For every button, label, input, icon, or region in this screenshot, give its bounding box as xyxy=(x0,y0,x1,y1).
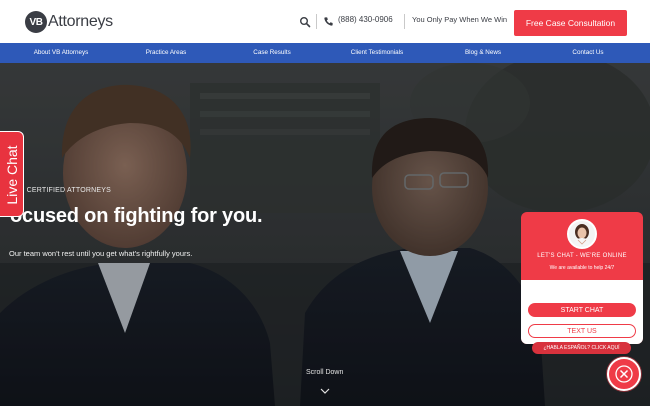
chat-available-label: We are available to help 24/7 xyxy=(549,265,615,271)
search-icon[interactable] xyxy=(299,16,311,28)
hero-description: Our team won't rest until you get what's… xyxy=(9,249,193,258)
phone-link[interactable]: (888) 430-0906 xyxy=(338,15,393,24)
header-divider xyxy=(404,14,405,29)
header-tagline: You Only Pay When We Win xyxy=(412,15,508,24)
site-header: VB Attorneys (888) 430-0906 You Only Pay… xyxy=(0,0,650,43)
logo-mark: VB xyxy=(25,11,47,33)
nav-item-about[interactable]: About VB Attorneys xyxy=(34,43,89,63)
chevron-down-icon[interactable] xyxy=(320,388,330,394)
nav-item-client-testimonials[interactable]: Client Testimonials xyxy=(351,43,403,63)
hero-title: ocused on fighting for you. xyxy=(10,205,263,227)
main-nav: About VB Attorneys Practice Areas Case R… xyxy=(0,43,650,63)
nav-item-contact[interactable]: Contact Us xyxy=(572,43,603,63)
header-divider xyxy=(316,14,317,29)
nav-item-case-results[interactable]: Case Results xyxy=(253,43,290,63)
free-consultation-button[interactable]: Free Case Consultation xyxy=(514,10,627,36)
logo[interactable]: VB Attorneys xyxy=(25,11,113,33)
nav-item-practice-areas[interactable]: Practice Areas xyxy=(146,43,187,63)
text-us-button[interactable]: TEXT US xyxy=(528,324,636,338)
start-chat-button[interactable]: START CHAT xyxy=(528,303,636,317)
agent-avatar xyxy=(567,219,597,249)
logo-text: Attorneys xyxy=(48,13,113,30)
hero-subtitle: RD CERTIFIED ATTORNEYS xyxy=(14,187,111,194)
scroll-down-link[interactable]: Scroll Down xyxy=(306,369,343,376)
chat-close-button[interactable] xyxy=(607,357,641,391)
habla-espanol-button[interactable]: ¿HABLA ESPAÑOL? CLICK AQUÍ xyxy=(532,342,631,354)
page: VB Attorneys (888) 430-0906 You Only Pay… xyxy=(0,0,650,406)
live-chat-label: Live Chat xyxy=(4,145,20,205)
nav-item-blog-news[interactable]: Blog & News xyxy=(465,43,501,63)
chat-online-label: LET'S CHAT - WE'RE ONLINE xyxy=(537,253,627,259)
live-chat-tab[interactable]: Live Chat xyxy=(0,131,24,217)
phone-icon xyxy=(324,17,333,26)
chat-widget: LET'S CHAT - WE'RE ONLINE We are availab… xyxy=(521,212,643,344)
close-icon xyxy=(615,365,633,383)
